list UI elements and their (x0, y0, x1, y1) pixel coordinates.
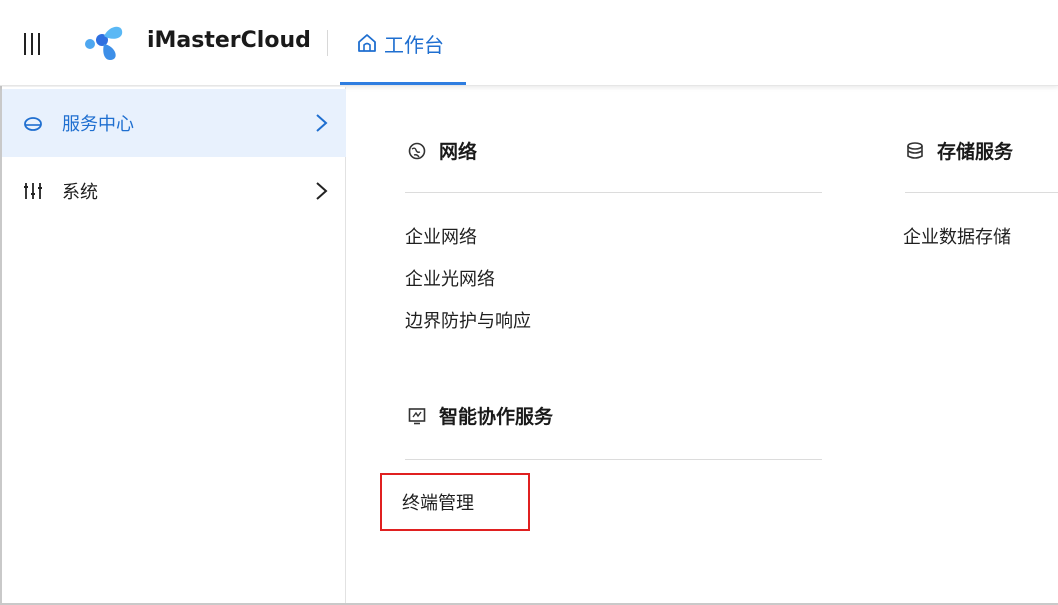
highlight-box (380, 473, 530, 531)
cloud-icon (24, 117, 42, 131)
tab-workbench[interactable]: 工作台 (340, 0, 466, 86)
screen-icon (408, 407, 426, 424)
logo-icon (85, 26, 123, 60)
chevron-right-icon (316, 182, 328, 200)
database-icon (907, 141, 923, 159)
sidebar: 服务中心 系统 (2, 87, 346, 603)
chevron-right-icon (316, 114, 328, 132)
link-enterprise-data-storage[interactable]: 企业数据存储 (903, 223, 1011, 249)
top-bar: iMasterCloud 工作台 (0, 0, 1058, 86)
sidebar-item-label: 系统 (62, 182, 98, 203)
section-divider (405, 192, 822, 193)
section-title-label: 智能协作服务 (439, 406, 554, 428)
section-divider (905, 192, 1058, 193)
topbar-divider (327, 30, 328, 56)
sidebar-item-system[interactable]: 系统 (2, 157, 346, 225)
link-enterprise-network[interactable]: 企业网络 (405, 223, 477, 249)
section-title-label: 网络 (439, 141, 478, 163)
section-divider (405, 459, 822, 460)
active-tab-indicator (340, 82, 466, 85)
home-icon (358, 34, 376, 52)
sidebar-item-service-center[interactable]: 服务中心 (2, 89, 346, 157)
link-enterprise-optical-network[interactable]: 企业光网络 (405, 265, 495, 291)
tab-workbench-label: 工作台 (384, 32, 444, 57)
sidebar-item-label: 服务中心 (62, 114, 134, 135)
link-boundary-protection[interactable]: 边界防护与响应 (405, 307, 531, 333)
section-title-storage: 存储服务 (905, 137, 1013, 164)
section-title-label: 存储服务 (937, 141, 1014, 163)
menu-icon[interactable] (24, 33, 40, 55)
section-title-network: 网络 (407, 137, 477, 164)
brand-name: iMasterCloud (147, 28, 311, 53)
section-title-collaboration: 智能协作服务 (407, 402, 553, 429)
sliders-icon (24, 183, 42, 199)
globe-icon (408, 142, 426, 159)
